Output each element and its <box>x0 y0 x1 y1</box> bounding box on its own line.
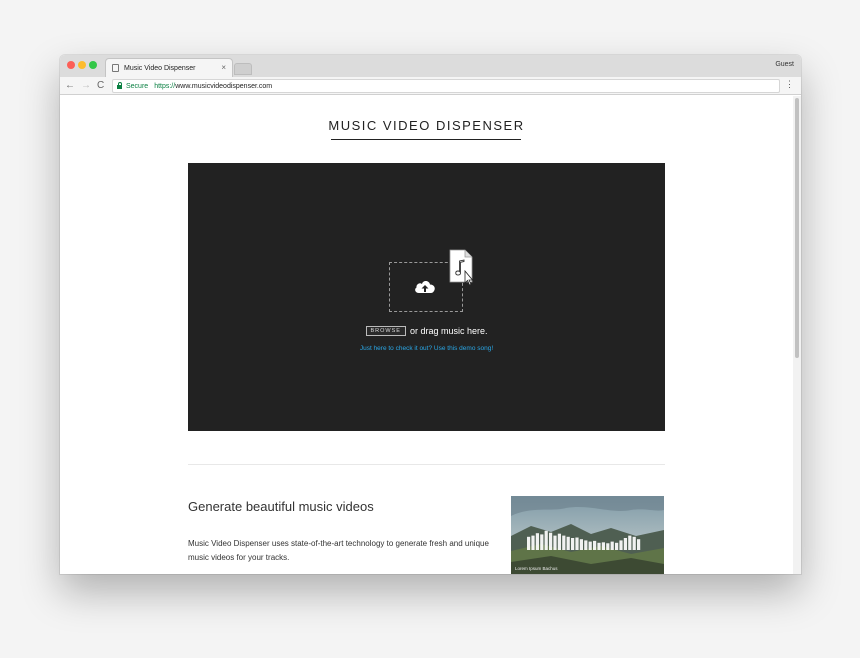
equalizer-bar <box>593 540 597 550</box>
equalizer-bar <box>632 536 636 550</box>
address-bar[interactable]: Secure https:// www.musicvideodispenser.… <box>112 79 780 93</box>
equalizer-bar <box>606 543 610 550</box>
forward-arrow-icon[interactable]: → <box>81 79 91 92</box>
music-video-preview-image: Lorem Ipsum Bachus <box>511 496 664 574</box>
preview-caption: Lorem Ipsum Bachus <box>515 566 558 571</box>
equalizer-bar <box>597 542 601 550</box>
maximize-window-button[interactable] <box>89 61 97 69</box>
drop-instructions: BROWSE or drag music here. <box>188 326 665 336</box>
drag-hint: or drag music here. <box>409 326 488 336</box>
equalizer-bar <box>571 538 575 550</box>
page-content: MUSIC VIDEO DISPENSER BROWSE or drag mus… <box>60 96 793 574</box>
scrollbar-thumb[interactable] <box>795 98 799 358</box>
equalizer-bar <box>579 539 583 550</box>
music-file-icon <box>449 249 474 286</box>
equalizer-bar <box>619 540 623 550</box>
profile-label[interactable]: Guest <box>775 61 794 68</box>
equalizer-bar <box>610 541 614 550</box>
equalizer-bar <box>628 535 632 550</box>
browser-tab[interactable]: Music Video Dispenser × <box>105 58 233 77</box>
minimize-window-button[interactable] <box>78 61 86 69</box>
equalizer-bar <box>527 536 531 550</box>
url-host: www.musicvideodispenser.com <box>175 82 273 90</box>
equalizer-bar <box>623 538 627 550</box>
page-title: MUSIC VIDEO DISPENSER <box>328 118 525 133</box>
equalizer-bar <box>615 542 619 550</box>
browse-button[interactable]: BROWSE <box>365 326 406 336</box>
title-underline <box>331 139 521 140</box>
new-tab-button[interactable] <box>234 63 252 75</box>
equalizer-bar <box>601 542 605 550</box>
section-divider <box>188 464 665 465</box>
tab-close-icon[interactable]: × <box>221 63 226 72</box>
feature-description: Music Video Dispenser uses state-of-the-… <box>188 539 489 562</box>
equalizer-bar <box>540 534 544 550</box>
equalizer-bar <box>575 537 579 550</box>
tab-title: Music Video Dispenser <box>124 64 196 72</box>
equalizer-bar <box>588 541 592 550</box>
browser-window: Music Video Dispenser × Guest ← → C Secu… <box>60 55 801 574</box>
equalizer-bar <box>544 530 548 550</box>
equalizer-bar <box>562 535 566 550</box>
equalizer-bar <box>584 540 588 550</box>
preview-landscape: Lorem Ipsum Bachus <box>511 496 664 574</box>
browser-menu-icon[interactable]: ⋮ <box>785 79 794 90</box>
secure-label: Secure <box>126 82 149 90</box>
music-dropzone[interactable]: BROWSE or drag music here. Just here to … <box>188 163 665 431</box>
equalizer-bar <box>531 535 535 550</box>
vertical-scrollbar[interactable] <box>793 96 801 574</box>
reload-icon[interactable]: C <box>97 79 104 92</box>
equalizer-bar <box>557 533 561 550</box>
equalizer-bar <box>566 536 570 550</box>
url-scheme: https:// <box>154 82 176 90</box>
title-bar: Music Video Dispenser × Guest <box>60 55 801 77</box>
close-window-button[interactable] <box>67 61 75 69</box>
back-arrow-icon[interactable]: ← <box>65 79 75 92</box>
demo-song-link[interactable]: Just here to check it out? Use this demo… <box>188 345 665 352</box>
feature-heading: Generate beautiful music videos <box>188 499 374 514</box>
equalizer-bar <box>553 535 557 550</box>
page-icon <box>112 64 119 72</box>
equalizer-bar <box>637 539 641 550</box>
cloud-upload-icon <box>415 281 435 293</box>
equalizer-bar <box>535 533 539 550</box>
equalizer-bar <box>549 532 553 550</box>
browser-toolbar: ← → C Secure https:// www.musicvideodisp… <box>60 77 801 95</box>
lock-icon <box>117 82 122 89</box>
